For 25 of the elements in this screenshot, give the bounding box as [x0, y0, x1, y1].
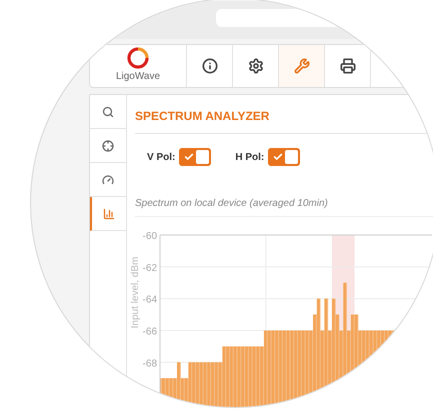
search-icon — [102, 106, 114, 118]
y-axis-label: Input level, dBm — [130, 256, 141, 328]
printer-icon — [340, 58, 356, 74]
toggle-label: H Pol: — [235, 150, 264, 164]
toggle-label: V Pol: — [147, 150, 176, 164]
check-icon — [184, 152, 194, 162]
bar-chart-icon — [103, 208, 115, 220]
logo-text: LigoWave — [116, 70, 160, 84]
info-icon — [202, 58, 218, 74]
y-tick-label: -62 — [142, 262, 157, 274]
chart-caption: Spectrum on local device (averaged 10min) — [135, 196, 433, 217]
check-icon — [272, 152, 283, 162]
panel-title: SPECTRUM ANALYZER — [135, 95, 433, 134]
side-menu-item[interactable] — [90, 197, 126, 231]
y-tick-label: -60 — [142, 231, 157, 242]
y-tick-label: -66 — [142, 326, 157, 338]
toggle-switch[interactable] — [179, 148, 212, 166]
y-tick-label: -64 — [142, 294, 157, 306]
toggle-switch[interactable] — [268, 148, 300, 166]
y-tick-label: -68 — [142, 358, 157, 370]
gauge-icon — [102, 174, 114, 186]
settings-icon — [248, 58, 264, 74]
crosshair-icon — [102, 140, 114, 152]
wrench-icon — [294, 58, 310, 74]
logo-icon — [126, 47, 150, 70]
